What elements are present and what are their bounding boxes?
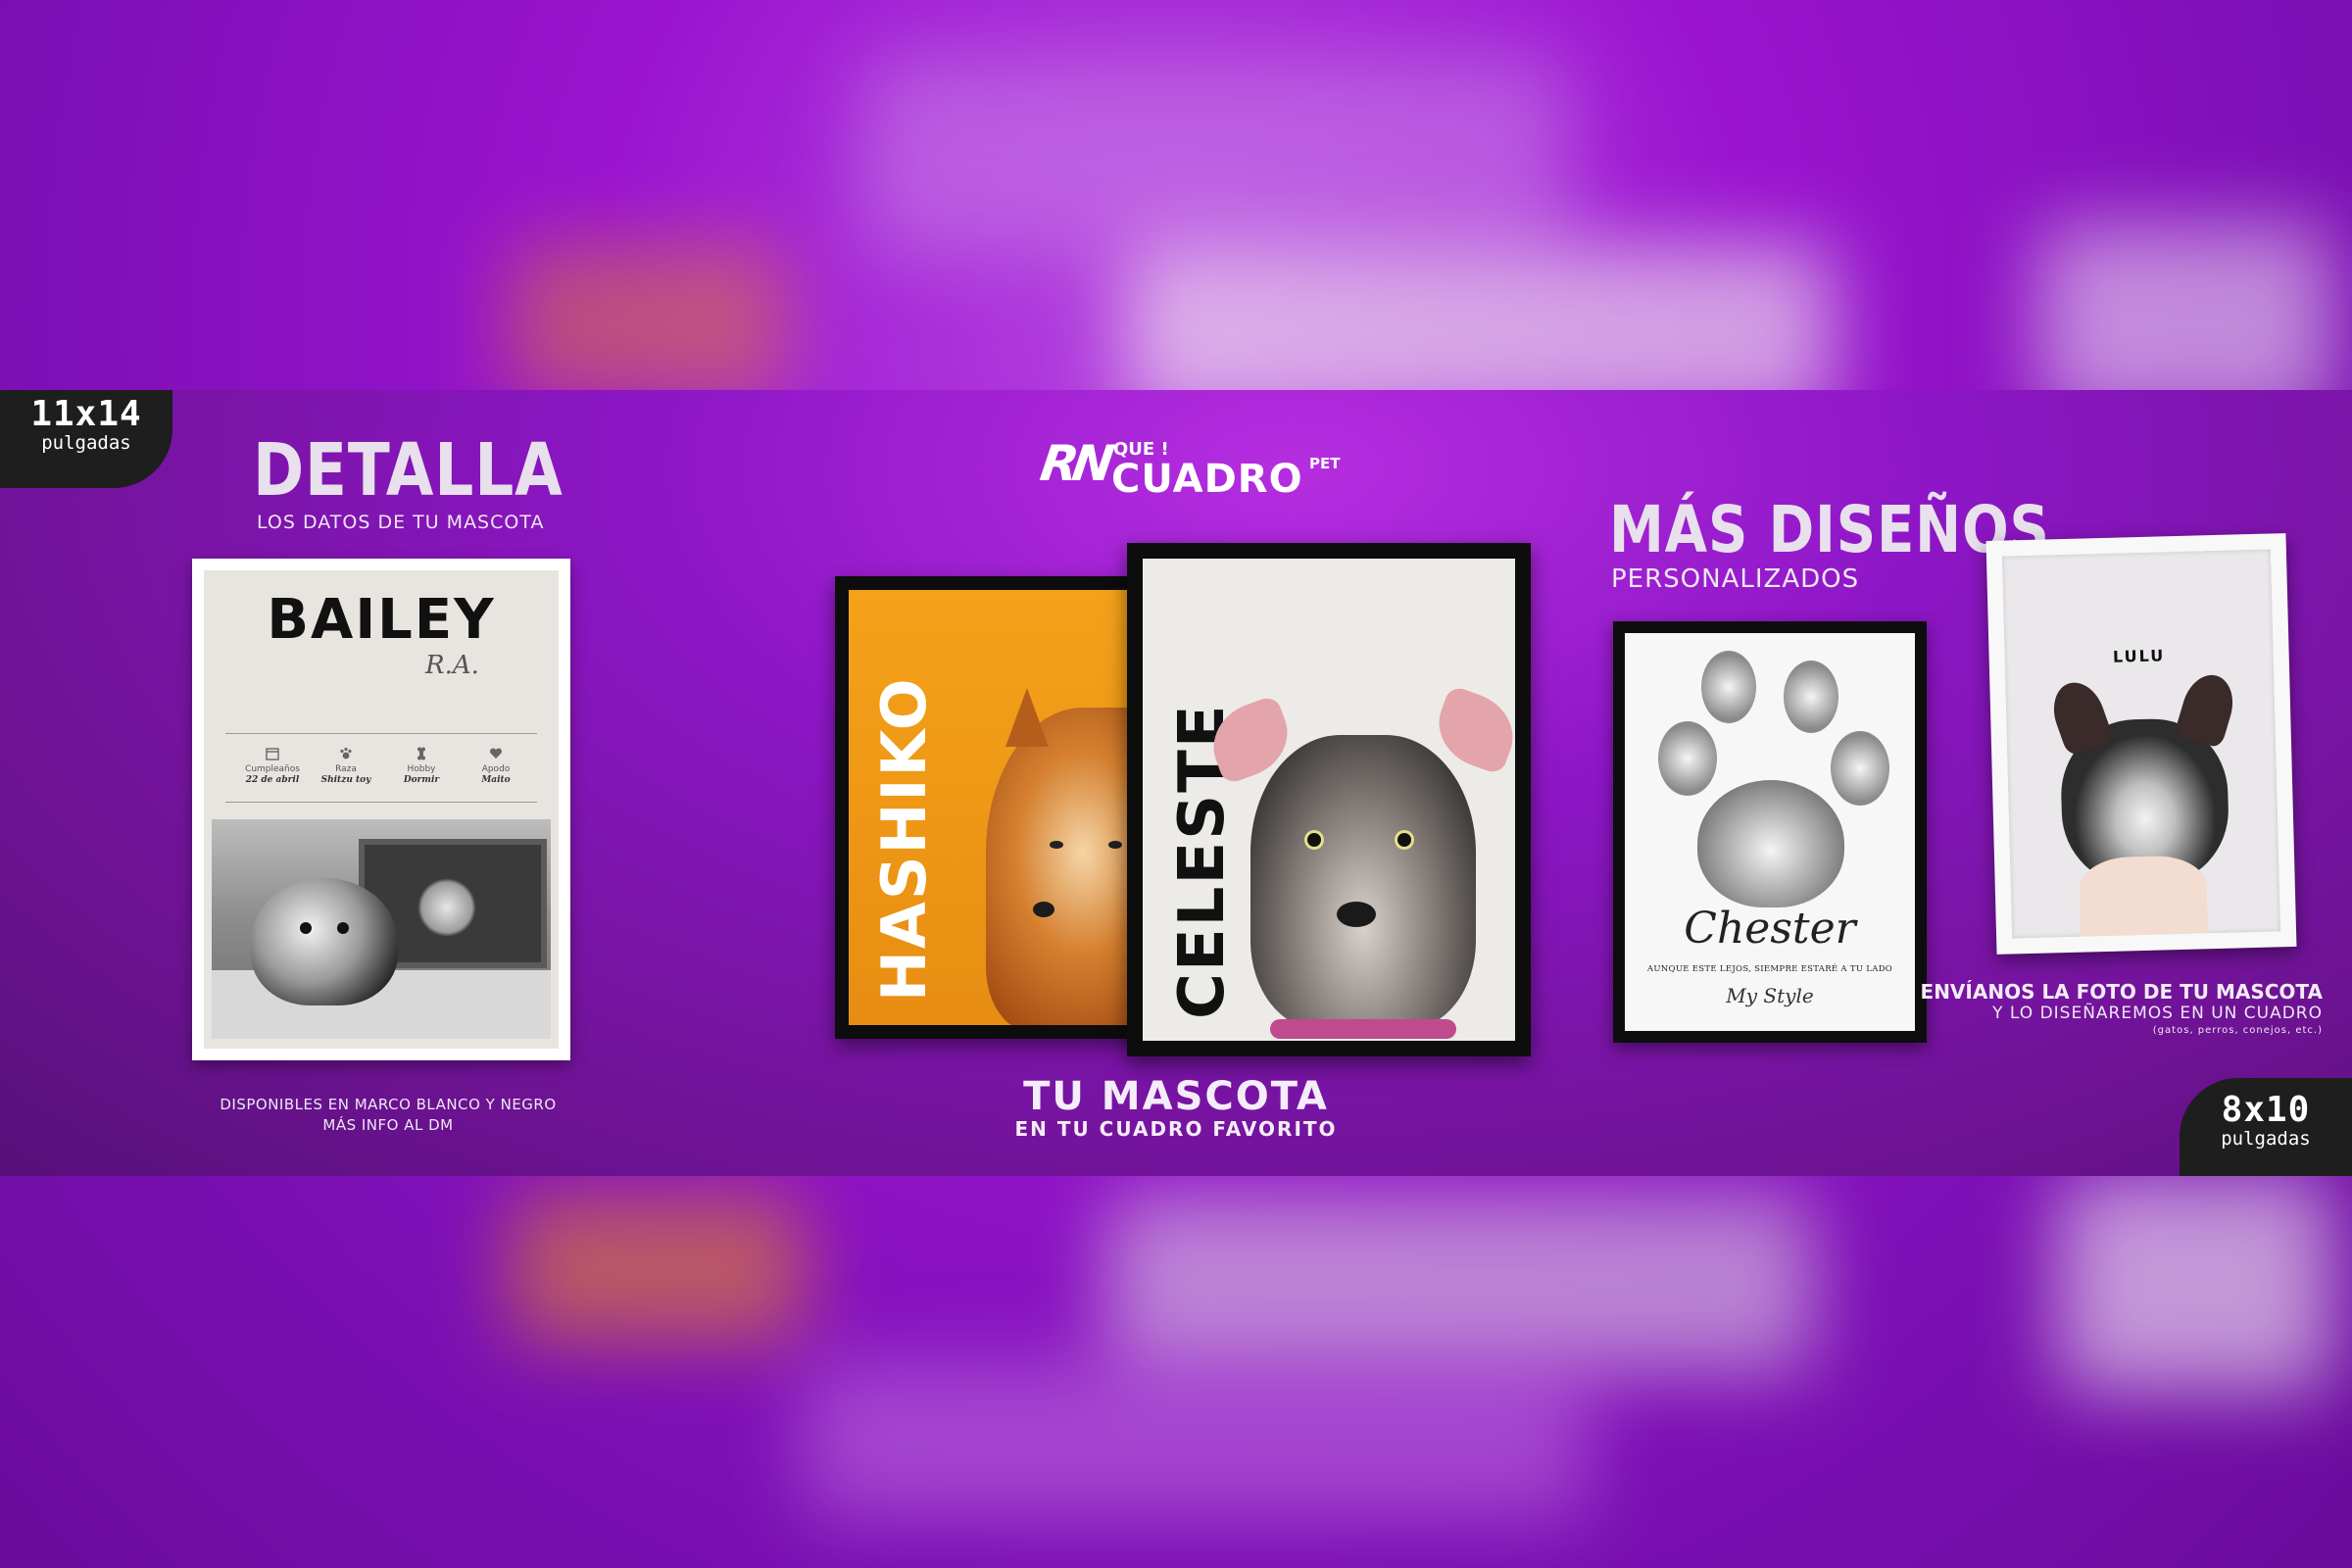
bailey-field: Cumpleaños 22 de abril: [243, 747, 302, 786]
left-title: DETALLA: [253, 428, 564, 513]
paw-icon: [340, 747, 352, 760]
paw-toe: [1784, 661, 1838, 733]
bailey-poster: BAILEY R.A. Cumpleaños 22 de abril Raza …: [192, 559, 570, 1060]
schnauzer-collar: [1270, 1019, 1456, 1039]
bailey-field: Apodo Maito: [466, 747, 525, 786]
chester-name: Chester: [1684, 904, 1856, 954]
right-cta-bold: ENVÍANOS LA FOTO DE TU MASCOTA: [1920, 980, 2323, 1004]
bailey-divider: [225, 733, 537, 734]
field-label: Apodo: [481, 764, 511, 774]
size-badge-8x10: 8x10 pulgadas: [2180, 1078, 2352, 1176]
field-label: Raza: [335, 764, 357, 774]
tagline: TU MASCOTA: [1023, 1074, 1329, 1119]
logo-suffix: PET: [1309, 455, 1341, 472]
hashiko-name: HASHIKO: [868, 676, 940, 1002]
left-subtitle: LOS DATOS DE TU MASCOTA: [257, 512, 545, 533]
blurred-frame: [510, 1196, 804, 1343]
field-label: Cumpleaños: [245, 764, 300, 774]
field-value: Dormir: [403, 775, 440, 785]
fire: [417, 878, 476, 937]
dog-shiba: [986, 708, 1135, 1025]
field-value: Maito: [481, 775, 511, 785]
field-value: 22 de abril: [245, 775, 300, 785]
right-cta-line2: Y LO DISEÑAREMOS EN UN CUADRO: [1992, 1004, 2323, 1023]
tagline-sub: EN TU CUADRO FAVORITO: [1014, 1117, 1338, 1141]
blurred-logo: [862, 59, 1568, 255]
field-value: Shitzu toy: [320, 775, 371, 785]
dog-eye: [300, 922, 312, 934]
paw-toe: [1658, 721, 1717, 796]
celeste-poster: CELESTE: [1127, 543, 1531, 1056]
calendar-icon: [266, 748, 279, 760]
bailey-initials: R.A.: [425, 651, 479, 680]
shiba-eye: [1050, 841, 1063, 849]
chester-quote: AUNQUE ESTE LEJOS, SIEMPRE ESTARÉ A TU L…: [1646, 964, 1893, 974]
paw-toe: [1831, 731, 1889, 806]
bone-icon: [417, 747, 425, 760]
blurred-frame: [510, 245, 784, 402]
left-note-line1: DISPONIBLES EN MARCO BLANCO Y NEGRO: [220, 1096, 557, 1113]
schnauzer-nose: [1337, 902, 1376, 927]
shiba-eye: [1108, 841, 1122, 849]
shiba-nose: [1033, 902, 1054, 917]
lulu-name: LULU: [2112, 646, 2166, 666]
blurred-tagline: [804, 1362, 1588, 1519]
shiba-ear: [1005, 688, 1049, 747]
bailey-field: Hobby Dormir: [392, 747, 451, 786]
lulu-frame: LULU: [1985, 533, 2297, 955]
bailey-photo: [212, 819, 551, 1039]
field-label: Hobby: [407, 764, 436, 774]
heart-icon: [489, 748, 503, 759]
banner: 11x14 pulgadas DETALLA LOS DATOS DE TU M…: [0, 390, 2352, 1176]
paw-pad: [1697, 780, 1844, 907]
dog-shihtzu: [251, 878, 398, 1005]
bailey-field: Raza Shitzu toy: [317, 747, 375, 786]
brand-logo: RN QUE ! CUADRO PET: [1037, 433, 1354, 508]
bailey-name: BAILEY: [267, 588, 496, 652]
blurred-frame: [2058, 1176, 2332, 1392]
bailey-divider: [225, 802, 537, 803]
schnauzer-eye: [1307, 833, 1321, 847]
hashiko-poster: HASHIKO: [835, 576, 1149, 1039]
right-cta-line3: (gatos, perros, conejos, etc.): [2152, 1025, 2323, 1036]
dog-eye: [337, 922, 349, 934]
left-note-line2: MÁS INFO AL DM: [322, 1116, 454, 1134]
badge-size: 11x14: [30, 394, 142, 434]
schnauzer-eye: [1397, 833, 1411, 847]
right-title: MÁS DISEÑOS: [1609, 492, 2050, 567]
logo-mark: RN: [1036, 435, 1112, 492]
right-subtitle: PERSONALIZADOS: [1611, 564, 1860, 594]
blurred-frame: [1107, 1196, 1813, 1372]
badge-unit: pulgadas: [41, 432, 131, 454]
paw-toe: [1701, 651, 1756, 723]
size-badge-11x14: 11x14 pulgadas: [0, 390, 172, 488]
badge-unit: pulgadas: [2221, 1128, 2311, 1150]
dog-schnauzer: [1250, 735, 1476, 1029]
logo-main: CUADRO: [1111, 457, 1303, 502]
badge-size: 8x10: [2221, 1090, 2311, 1130]
frenchie-ear: [2174, 668, 2240, 749]
frenchie-body: [2079, 855, 2209, 937]
